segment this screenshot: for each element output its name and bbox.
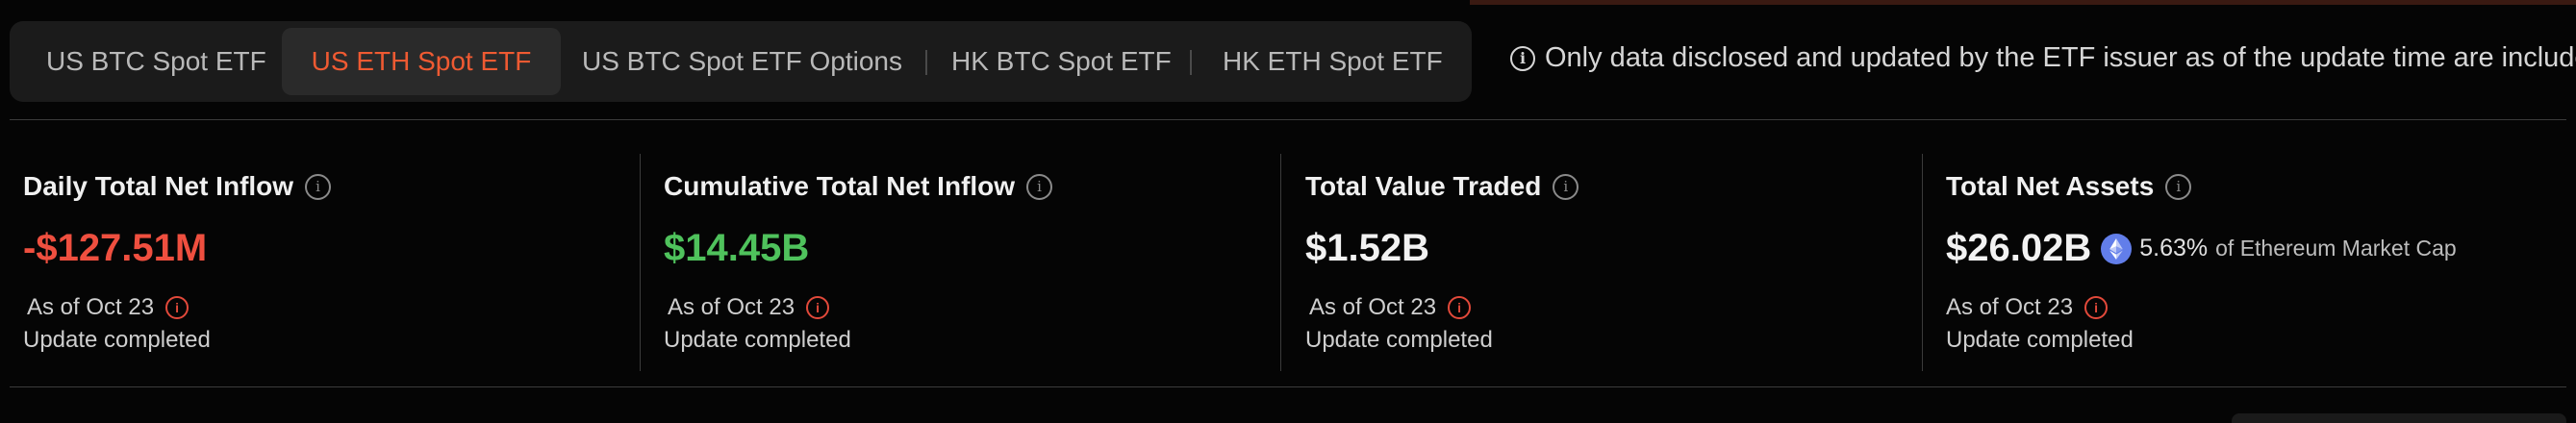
notice-text: Only data disclosed and updated by the E…: [1545, 42, 2576, 73]
update-status: Update completed: [23, 327, 211, 353]
alert-info-icon[interactable]: i: [165, 296, 189, 319]
card-title-text: Total Value Traded: [1305, 171, 1542, 201]
as-of-text: As of Oct 23: [668, 294, 796, 320]
market-cap-percent: 5.63%: [2139, 235, 2209, 261]
market-cap-label: of Ethereum Market Cap: [2215, 236, 2457, 261]
data-disclosure-notice: i Only data disclosed and updated by the…: [1510, 42, 2576, 74]
card-title-text: Cumulative Total Net Inflow: [664, 171, 1016, 201]
top-divider: [10, 119, 2566, 120]
etf-tab-bar: US BTC Spot ETF US ETH Spot ETF US BTC S…: [10, 21, 1472, 102]
stat-card-total-net-assets: Total Net Assets i $26.02B 5.63% of Ethe…: [1932, 154, 2567, 375]
card-title: Cumulative Total Net Inflow i: [664, 171, 1053, 202]
stat-card-cumulative-net-inflow: Cumulative Total Net Inflow i $14.45B As…: [650, 154, 1266, 375]
ethereum-icon: [2101, 233, 2133, 264]
tab-hk-eth-spot-etf[interactable]: HK ETH Spot ETF: [1223, 28, 1443, 95]
info-icon[interactable]: i: [305, 173, 332, 200]
card-title: Total Value Traded i: [1305, 171, 1579, 202]
as-of-date: As of Oct 23 i: [1946, 294, 2109, 321]
alert-info-icon[interactable]: i: [2084, 296, 2109, 319]
card-title-text: Total Net Assets: [1946, 171, 2155, 201]
info-icon[interactable]: i: [2165, 173, 2192, 200]
top-accent-bar: [1470, 0, 2576, 5]
card-divider: [640, 154, 641, 371]
update-status: Update completed: [664, 327, 851, 353]
card-title: Total Net Assets i: [1946, 171, 2192, 202]
card-value: -$127.51M: [23, 227, 208, 269]
tab-us-eth-spot-etf[interactable]: US ETH Spot ETF: [282, 28, 561, 95]
card-value: $26.02B 5.63% of Ethereum Market Cap: [1946, 227, 2457, 270]
bottom-panel-edge: [2232, 413, 2566, 423]
total-net-assets-value: $26.02B: [1946, 227, 2092, 269]
card-title: Daily Total Net Inflow i: [23, 171, 332, 202]
info-icon[interactable]: i: [1553, 173, 1579, 200]
card-divider: [1280, 154, 1281, 371]
tab-separator: [1190, 50, 1192, 75]
card-divider: [1922, 154, 1923, 371]
tab-us-btc-spot-etf-options[interactable]: US BTC Spot ETF Options: [582, 28, 902, 95]
as-of-date: As of Oct 23 i: [1309, 294, 1472, 321]
as-of-text: As of Oct 23: [1309, 294, 1437, 320]
tab-us-btc-spot-etf[interactable]: US BTC Spot ETF: [46, 28, 266, 95]
info-icon: i: [1510, 45, 1535, 71]
alert-info-icon[interactable]: i: [1448, 296, 1472, 319]
alert-info-icon[interactable]: i: [806, 296, 830, 319]
stat-card-total-value-traded: Total Value Traded i $1.52B As of Oct 23…: [1292, 154, 1907, 375]
bottom-divider: [10, 386, 2566, 387]
as-of-text: As of Oct 23: [27, 294, 155, 320]
as-of-text: As of Oct 23: [1946, 294, 2074, 320]
tab-separator: [925, 50, 927, 75]
card-title-text: Daily Total Net Inflow: [23, 171, 294, 201]
tab-hk-btc-spot-etf[interactable]: HK BTC Spot ETF: [951, 28, 1172, 95]
stat-card-daily-net-inflow: Daily Total Net Inflow i -$127.51M As of…: [10, 154, 625, 375]
as-of-date: As of Oct 23 i: [27, 294, 189, 321]
as-of-date: As of Oct 23 i: [668, 294, 830, 321]
update-status: Update completed: [1305, 327, 1493, 353]
card-value: $14.45B: [664, 227, 810, 269]
info-icon[interactable]: i: [1026, 173, 1053, 200]
update-status: Update completed: [1946, 327, 2134, 353]
card-value: $1.52B: [1305, 227, 1429, 269]
